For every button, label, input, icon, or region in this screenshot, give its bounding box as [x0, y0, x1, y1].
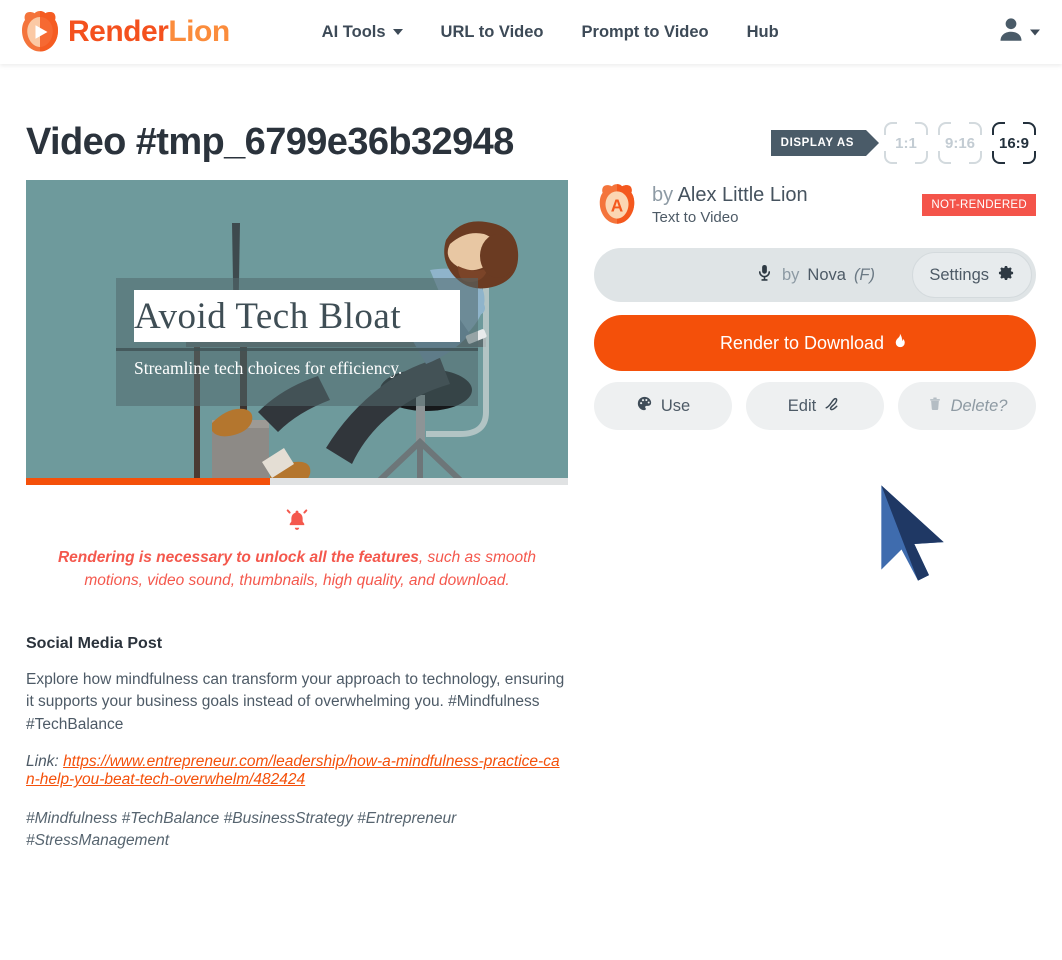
author-name: Alex Little Lion [677, 184, 808, 206]
nav-label-ai-tools: AI Tools [321, 22, 386, 41]
lion-avatar-icon: A [594, 182, 640, 228]
page-body: Video #tmp_6799e36b32948 DISPLAY AS 1:1 … [0, 122, 1062, 852]
display-as-group: DISPLAY AS 1:1 9:16 16:9 [770, 122, 1036, 164]
voice-bar[interactable]: by Nova (F) Settings [594, 248, 1036, 302]
delete-button-label: Delete? [950, 396, 1008, 415]
right-column: A by Alex Little Lion Text to Video NOT-… [594, 180, 1036, 430]
corner-bracket [1023, 122, 1036, 135]
voice-gender: (F) [853, 265, 876, 284]
social-post-link-row: Link: https://www.entrepreneur.com/leade… [26, 753, 568, 790]
brand-text: RenderLion [68, 17, 230, 47]
corner-bracket [969, 151, 982, 164]
lion-play-logo-icon [16, 8, 64, 56]
edit-button[interactable]: Edit [746, 382, 884, 430]
social-post-hashtags: #Mindfulness #TechBalance #BusinessStrat… [26, 810, 457, 850]
app-header: RenderLion AI Tools URL to Video Prompt … [0, 0, 1062, 64]
palette-icon [636, 395, 653, 417]
corner-bracket [915, 122, 928, 135]
nav-item-ai-tools[interactable]: AI Tools [322, 23, 403, 42]
edit-button-label: Edit [787, 396, 817, 415]
voice-label: by Nova (F) [755, 263, 875, 287]
voice-settings-button[interactable]: Settings [912, 252, 1032, 298]
video-text-overlay: Avoid Tech Bloat Streamline tech choices… [26, 180, 568, 485]
voice-by-label: by [781, 265, 800, 284]
video-subtitle: Streamline tech choices for efficiency. [134, 358, 403, 378]
gear-icon [997, 264, 1015, 287]
brand-logo-link[interactable]: RenderLion [16, 8, 230, 56]
aspect-ratio-button-1-1[interactable]: 1:1 [884, 122, 928, 164]
nav-item-hub[interactable]: Hub [747, 23, 779, 42]
social-post-body: Explore how mindfulness can transform yo… [26, 670, 565, 734]
action-button-row: Use Edit Delete? [594, 382, 1036, 430]
voice-name: Nova [807, 265, 846, 284]
rendering-notice-text: Rendering is necessary to unlock all the… [40, 546, 554, 593]
aspect-ratio-label-9-16: 9:16 [944, 134, 976, 152]
use-button-label: Use [660, 396, 691, 415]
nav-label-hub: Hub [746, 22, 779, 41]
render-button-label: Render to Download [719, 332, 885, 353]
nav-label-url-to-video: URL to Video [440, 22, 544, 41]
social-post-link-label: Link: [26, 752, 59, 770]
video-progress-bar[interactable] [26, 478, 568, 485]
video-player[interactable]: Avoid Tech Bloat Streamline tech choices… [26, 180, 568, 485]
title-row: Video #tmp_6799e36b32948 DISPLAY AS 1:1 … [26, 122, 1036, 164]
aspect-ratio-button-16-9[interactable]: 16:9 [992, 122, 1036, 164]
main-nav: AI Tools URL to Video Prompt to Video Hu… [322, 23, 779, 42]
corner-bracket [884, 122, 897, 135]
microphone-icon [755, 263, 774, 287]
video-progress-fill [26, 478, 270, 485]
author-video-type: Text to Video [652, 209, 739, 226]
render-to-download-button[interactable]: Render to Download [594, 315, 1036, 371]
flame-icon [892, 332, 910, 355]
corner-bracket [992, 122, 1005, 135]
corner-bracket [884, 151, 897, 164]
corner-bracket [992, 151, 1005, 164]
user-menu-chevron-down-icon [1030, 29, 1040, 35]
aspect-ratio-label-16-9: 16:9 [998, 134, 1030, 152]
author-name-row: by Alex Little Lion [652, 184, 910, 207]
author-row: A by Alex Little Lion Text to Video NOT-… [594, 182, 1036, 228]
nav-item-prompt-to-video[interactable]: Prompt to Video [582, 23, 709, 42]
avatar-letter: A [611, 195, 623, 215]
aspect-ratio-button-9-16[interactable]: 9:16 [938, 122, 982, 164]
video-title: Avoid Tech Bloat [134, 295, 402, 337]
corner-bracket [1023, 151, 1036, 164]
user-avatar-icon [996, 15, 1026, 50]
social-media-post-section: Social Media Post Explore how mindfulnes… [26, 635, 568, 853]
nav-item-url-to-video[interactable]: URL to Video [441, 23, 544, 42]
trash-icon [927, 396, 943, 417]
status-badge: NOT-RENDERED [922, 194, 1036, 216]
page-title: Video #tmp_6799e36b32948 [26, 121, 514, 164]
user-menu-button[interactable] [996, 15, 1040, 50]
rendering-notice-bold: Rendering is necessary to unlock all the… [57, 549, 419, 566]
delete-button[interactable]: Delete? [898, 382, 1036, 430]
nav-label-prompt-to-video: Prompt to Video [581, 22, 709, 41]
author-meta: by Alex Little Lion Text to Video [652, 184, 910, 226]
aspect-ratio-label-1-1: 1:1 [895, 134, 917, 152]
brand-text-render: Render [68, 15, 169, 48]
brand-text-lion: Lion [168, 15, 230, 48]
use-button[interactable]: Use [594, 382, 732, 430]
rendering-notice: Rendering is necessary to unlock all the… [26, 507, 568, 593]
social-post-link[interactable]: https://www.entrepreneur.com/leadership/… [26, 753, 560, 789]
social-post-heading: Social Media Post [26, 634, 163, 652]
corner-bracket [969, 122, 982, 135]
bell-ringing-icon [40, 507, 554, 538]
chevron-down-icon [392, 29, 403, 35]
author-by-label: by [652, 184, 674, 206]
display-as-label: DISPLAY AS [770, 130, 880, 156]
corner-bracket [915, 151, 928, 164]
left-column: Avoid Tech Bloat Streamline tech choices… [26, 180, 568, 852]
content-grid: Avoid Tech Bloat Streamline tech choices… [26, 180, 1036, 852]
pen-icon [824, 395, 842, 418]
corner-bracket [938, 151, 951, 164]
voice-settings-label: Settings [929, 265, 989, 284]
corner-bracket [938, 122, 951, 135]
